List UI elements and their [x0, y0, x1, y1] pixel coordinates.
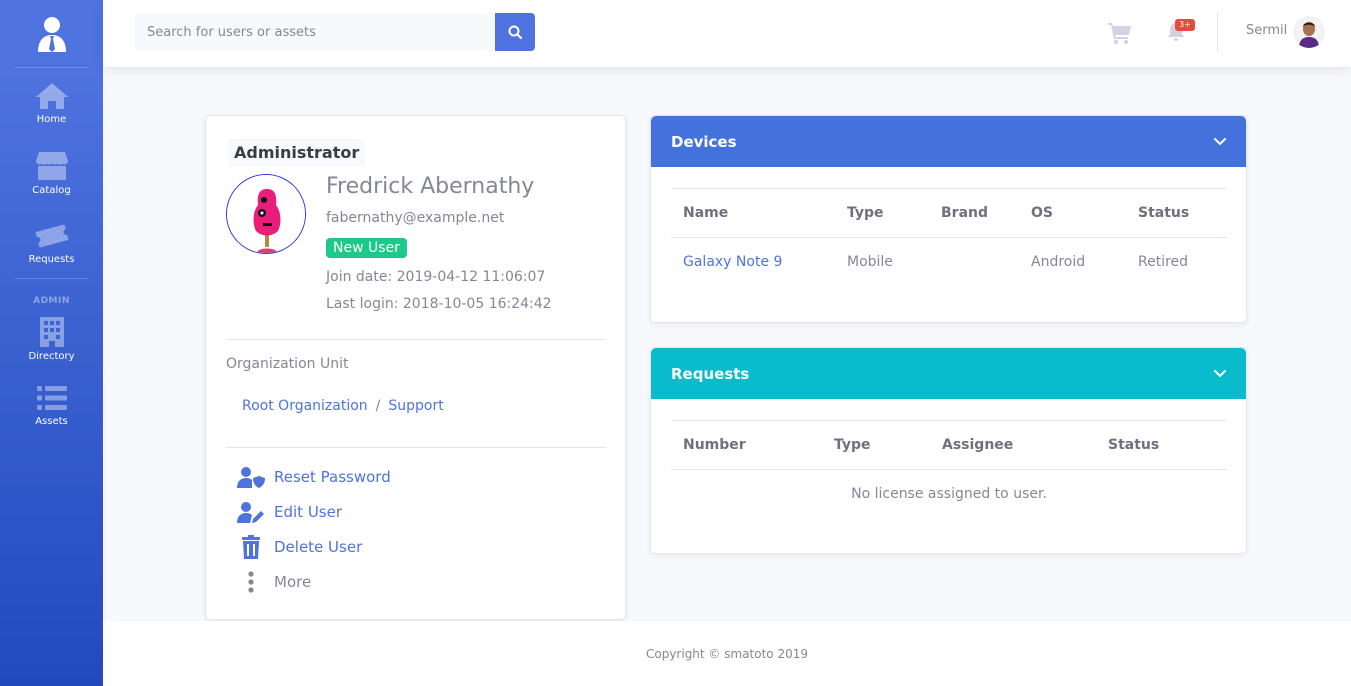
column-header: Type [835, 188, 929, 238]
search-input[interactable] [135, 13, 495, 51]
breadcrumb: Root Organization / Support [242, 398, 444, 414]
user-avatar-icon [1293, 16, 1325, 48]
topbar: 3+ Sermil [103, 0, 1351, 67]
device-link[interactable]: Galaxy Note 9 [683, 254, 782, 270]
cart-button[interactable] [1108, 22, 1132, 48]
devices-table: Name Type Brand OS Status Galaxy Note 9 … [671, 188, 1227, 286]
search-icon [508, 25, 522, 39]
requests-header[interactable]: Requests [651, 348, 1246, 399]
sidebar-item-directory[interactable]: Directory [0, 308, 103, 370]
devices-panel: Devices Name Type Brand OS Status Galaxy… [650, 115, 1247, 323]
role-label: Administrator [228, 139, 366, 166]
breadcrumb-separator: / [375, 398, 381, 414]
column-header: Name [671, 188, 835, 238]
sidebar-heading: ADMIN [33, 296, 70, 306]
requests-title: Requests [671, 364, 750, 383]
column-header: Status [1126, 188, 1227, 238]
sidebar: Home Catalog Requests ADMIN Directory As… [0, 0, 103, 686]
chevron-down-icon[interactable] [1214, 369, 1226, 378]
column-header: Assignee [930, 420, 1096, 470]
empty-message: No license assigned to user. [851, 485, 1047, 502]
last-login: Last login: 2018-10-05 16:24:42 [326, 296, 552, 312]
table-header-row: Number Type Assignee Status [671, 420, 1227, 470]
devices-title: Devices [671, 132, 737, 151]
sidebar-item-label: Home [36, 113, 67, 125]
building-icon [39, 316, 64, 347]
table-row: No license assigned to user. [671, 470, 1227, 518]
device-brand-cell [929, 238, 1019, 286]
cart-icon [1108, 23, 1131, 44]
column-header: Number [671, 420, 822, 470]
sidebar-item-label: Assets [35, 415, 68, 427]
avatar[interactable] [1293, 16, 1325, 48]
table-row: Galaxy Note 9 Mobile Android Retired [671, 238, 1227, 286]
column-header: Brand [929, 188, 1019, 238]
delete-user-action[interactable]: Delete User [236, 535, 362, 559]
more-action[interactable]: More [236, 570, 311, 594]
join-date: Join date: 2019-04-12 11:06:07 [326, 269, 546, 285]
store-icon [35, 151, 68, 180]
topbar-divider [1217, 13, 1218, 51]
search-bar [135, 13, 535, 51]
breadcrumb-root[interactable]: Root Organization [242, 398, 368, 414]
divider [226, 447, 606, 448]
device-status-cell: Retired [1138, 253, 1189, 270]
user-name[interactable]: Sermil [1246, 23, 1287, 38]
sidebar-item-label: Catalog [32, 184, 71, 196]
footer: Copyright © smatoto 2019 [103, 621, 1351, 686]
device-name-cell: Galaxy Note 9 [671, 238, 835, 286]
sidebar-item-label: Requests [28, 253, 75, 265]
status-badge: New User [326, 238, 407, 258]
device-os-cell: Android [1031, 253, 1086, 270]
user-shield-icon [236, 465, 266, 489]
device-type-cell: Mobile [847, 253, 893, 270]
ticket-icon [34, 223, 69, 248]
table-header-row: Name Type Brand OS Status [671, 188, 1227, 238]
notification-badge: 3+ [1175, 19, 1195, 31]
user-tie-icon [37, 16, 66, 52]
user-edit-icon [236, 500, 266, 524]
user-full-name: Fredrick Abernathy [326, 174, 535, 199]
sidebar-item-assets[interactable]: Assets [0, 370, 103, 440]
breadcrumb-support[interactable]: Support [388, 398, 443, 414]
devices-header[interactable]: Devices [651, 116, 1246, 167]
sidebar-item-label: Directory [28, 350, 75, 362]
sidebar-item-catalog[interactable]: Catalog [0, 138, 103, 208]
home-icon [35, 82, 68, 109]
list-icon [36, 385, 67, 410]
sidebar-item-home[interactable]: Home [0, 68, 103, 138]
profile-card: Administrator Fredrick Abernathy faberna… [205, 115, 626, 620]
profile-picture [226, 174, 306, 254]
column-header: Type [822, 420, 930, 470]
chevron-down-icon[interactable] [1214, 137, 1226, 146]
delete-user-link[interactable]: Delete User [274, 538, 362, 556]
requests-panel: Requests Number Type Assignee Status No … [650, 347, 1247, 554]
requests-table: Number Type Assignee Status No license a… [671, 420, 1227, 518]
edit-user-link[interactable]: Edit User [274, 503, 342, 521]
ellipsis-vertical-icon [236, 570, 266, 594]
reset-password-link[interactable]: Reset Password [274, 468, 391, 486]
search-button[interactable] [495, 13, 535, 51]
sidebar-divider [15, 278, 88, 279]
divider [226, 339, 606, 340]
column-header: OS [1019, 188, 1126, 238]
sidebar-item-requests[interactable]: Requests [0, 208, 103, 278]
trash-icon [236, 535, 266, 559]
copyright-text: Copyright © smatoto 2019 [645, 646, 808, 661]
brand-logo[interactable] [0, 0, 103, 67]
column-header: Status [1096, 420, 1227, 470]
org-unit-title: Organization Unit [226, 356, 349, 372]
user-email: fabernathy@example.net [326, 210, 505, 226]
edit-user-action[interactable]: Edit User [236, 500, 342, 524]
reset-password-action[interactable]: Reset Password [236, 465, 391, 489]
robot-avatar-icon [227, 175, 305, 253]
more-link[interactable]: More [274, 573, 311, 591]
